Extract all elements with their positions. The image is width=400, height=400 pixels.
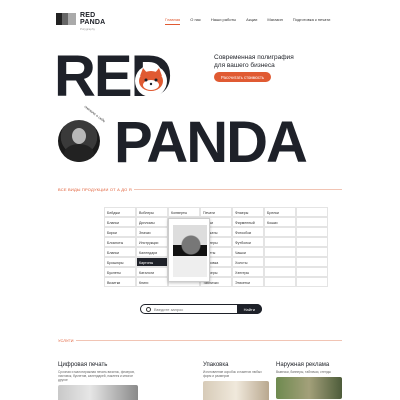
catalog-item[interactable]: Этикетки [232, 277, 264, 287]
catalog-item[interactable]: Брелки [264, 207, 296, 217]
catalog-item[interactable]: Конверты [168, 207, 200, 217]
catalog-item[interactable]: Дипломы [136, 217, 168, 227]
catalog-item [264, 267, 296, 277]
product-preview-popup [168, 218, 210, 282]
nav-item-works[interactable]: Наши работы [211, 17, 236, 25]
catalog-item [264, 257, 296, 267]
catalog-item[interactable]: Инструкции [136, 237, 168, 247]
catalog-item [296, 257, 328, 267]
services-divider [76, 340, 342, 341]
catalog-item[interactable]: Каталоги [136, 267, 168, 277]
catalog-section-label: ВСЕ ВИДЫ ПРОДУКЦИИ ОТ А ДО Я [58, 187, 132, 192]
service-card-title: Наружная реклама [276, 362, 330, 368]
catalog-item [264, 237, 296, 247]
product-preview-image [173, 225, 207, 277]
hero-word-panda: PANDA [114, 110, 308, 175]
catalog-item[interactable]: Кошки [264, 217, 296, 227]
catalog-grid: Бейджи Воблеры Конверты Печати Флаеры Брелки Б… [104, 207, 328, 287]
logo-subtitle: Polygraphy [80, 27, 96, 31]
catalog-item [296, 237, 328, 247]
nav-item-about[interactable]: О нас [190, 17, 201, 25]
service-card-digital-print[interactable]: Цифровая печать Срочная и малотиражная п… [58, 362, 138, 400]
catalog-item[interactable]: Фотообои [232, 227, 264, 237]
catalog-item[interactable]: Холсты [232, 257, 264, 267]
service-card-title: Упаковка [203, 362, 229, 368]
service-card-title: Цифровая печать [58, 362, 108, 368]
catalog-item [296, 247, 328, 257]
service-card-outdoor-ads[interactable]: Наружная реклама Вывески, баннеры, табли… [276, 362, 356, 400]
catalog-item[interactable]: Футболки [232, 237, 264, 247]
catalog-item [264, 247, 296, 257]
service-card-desc: Срочная и малотиражная печать визиток, ф… [58, 370, 135, 382]
catalog-item[interactable]: Визитки [104, 277, 136, 287]
service-card-image [203, 381, 269, 400]
nav-item-home[interactable]: Главная [165, 17, 180, 25]
catalog-item [296, 267, 328, 277]
service-card-image [276, 377, 342, 399]
avatar [58, 120, 100, 162]
search-icon [146, 306, 151, 312]
catalog-item[interactable]: Бирки [104, 227, 136, 237]
search-button[interactable]: Найти [236, 304, 262, 314]
nav-item-promo[interactable]: Акции [246, 17, 257, 25]
catalog-item[interactable]: Фирменный [232, 217, 264, 227]
catalog-item[interactable]: Блокноты [104, 237, 136, 247]
service-card-desc: Вывески, баннеры, таблички, стенды [276, 370, 331, 374]
catalog-item[interactable]: Буклеты [104, 267, 136, 277]
calculate-cost-button[interactable]: Рассчитать стоимость [214, 72, 272, 82]
services-section-label: УСЛУГИ [58, 338, 74, 343]
catalog-item [264, 277, 296, 287]
service-card-desc: Изготовление коробок и пакетов любых фор… [203, 370, 262, 378]
catalog-item[interactable]: Бланки [104, 247, 136, 257]
search-bar: Найти [140, 304, 262, 314]
search-input[interactable] [154, 306, 237, 312]
hero-title: Современная полиграфия для вашего бизнес… [214, 54, 294, 69]
catalog-item [296, 277, 328, 287]
brand-logo[interactable]: RED PANDA Polygraphy [56, 12, 106, 31]
catalog-item[interactable]: Печати [200, 207, 232, 217]
catalog-item [296, 217, 328, 227]
service-card-image [58, 385, 138, 400]
catalog-item [296, 207, 328, 217]
catalog-item[interactable]: Бланки [104, 217, 136, 227]
logo-mark-icon [56, 13, 76, 25]
catalog-item[interactable]: Воблеры [136, 207, 168, 217]
about-me-badge[interactable]: сначала о себе [52, 105, 110, 168]
red-panda-icon [135, 65, 167, 97]
catalog-item[interactable]: Флаеры [232, 207, 264, 217]
catalog-item[interactable]: Книги [136, 277, 168, 287]
catalog-item [264, 227, 296, 237]
service-card-packaging[interactable]: Упаковка Изготовление коробок и пакетов … [203, 362, 283, 400]
catalog-item[interactable]: Чашки [232, 247, 264, 257]
catalog-divider [134, 189, 342, 190]
catalog-item[interactable]: Картины [136, 257, 168, 267]
catalog-item[interactable]: Бейджи [104, 207, 136, 217]
catalog-item[interactable]: Календари [136, 247, 168, 257]
catalog-item[interactable]: Значки [136, 227, 168, 237]
catalog-item[interactable]: Брошюры [104, 257, 136, 267]
main-nav: Главная О нас Наши работы Акции Магазин … [165, 17, 330, 25]
nav-item-shop[interactable]: Магазин [267, 17, 282, 25]
nav-item-prepress[interactable]: Подготовка к печати [293, 17, 331, 25]
catalog-item [296, 227, 328, 237]
logo-line2: PANDA [80, 18, 106, 26]
catalog-item[interactable]: Хэнгеры [232, 267, 264, 277]
